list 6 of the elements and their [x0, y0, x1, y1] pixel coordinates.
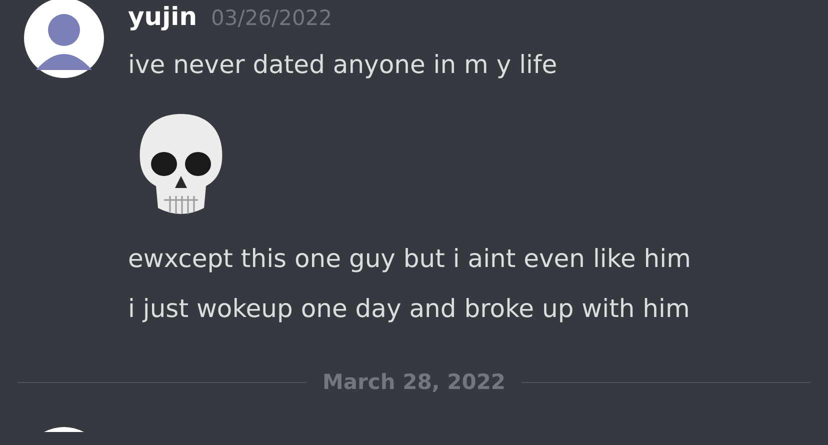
message-text: ive never dated anyone in m y life: [128, 49, 558, 81]
username[interactable]: yujin: [128, 2, 198, 31]
message-text: i just wokeup one day and broke up with him: [128, 293, 691, 325]
message-text: ewxcept this one guy but i aint even like him: [128, 243, 691, 275]
date-divider: March 28, 2022: [322, 370, 506, 394]
timestamp: 03/26/2022: [211, 6, 332, 30]
